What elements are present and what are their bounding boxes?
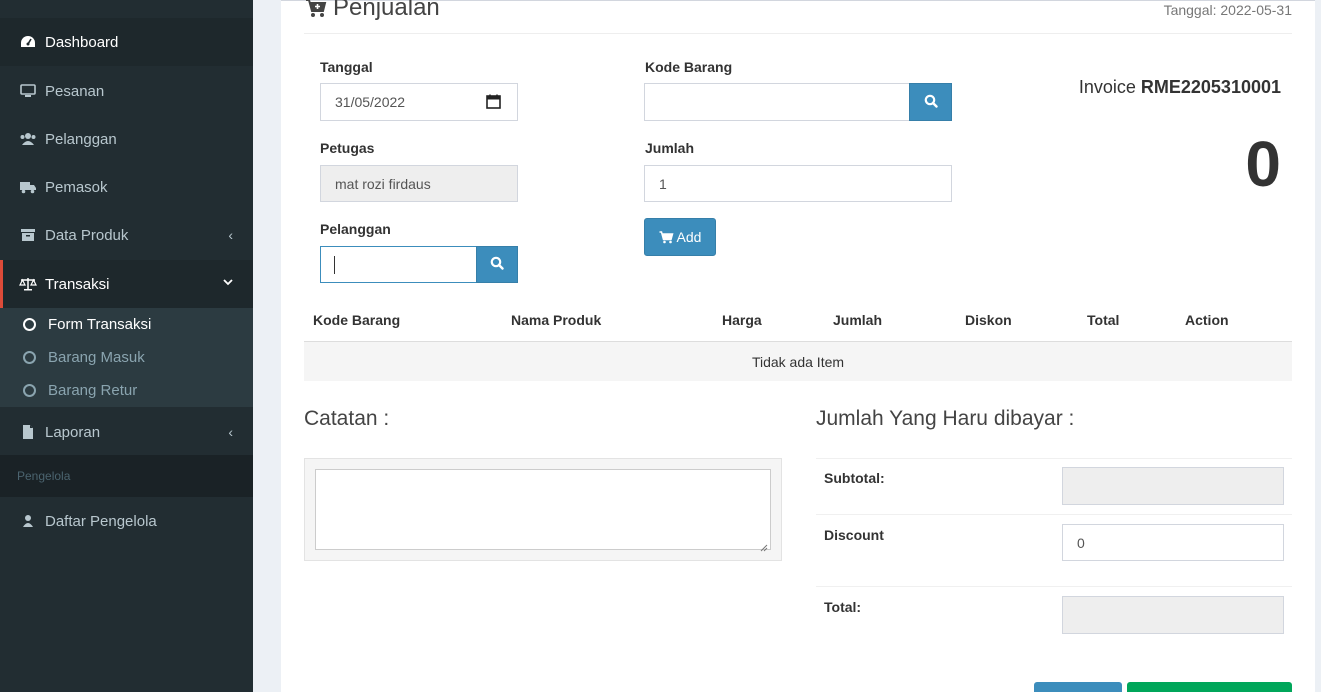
sidebar-item-laporan[interactable]: Laporan ‹ [0,408,253,456]
kode-barang-search-button[interactable] [909,83,952,121]
sidebar-item-pemasok[interactable]: Pemasok [0,163,253,211]
sidebar-item-label: Laporan [45,423,101,441]
discount-value: 0 [1077,534,1085,551]
divider [816,586,1292,587]
archive-icon [19,227,37,243]
jumlah-input[interactable]: 1 [644,165,952,202]
sidebar-item-dashboard[interactable]: Dashboard [0,18,253,66]
subtotal-label: Subtotal: [824,470,885,486]
monitor-icon [19,83,37,99]
divider [816,458,1292,459]
submit-button[interactable] [1127,682,1292,692]
pelanggan-input[interactable] [320,246,477,283]
kode-barang-input[interactable] [644,83,910,121]
tanggal-value: 31/05/2022 [335,94,406,110]
user-icon [19,513,37,529]
notes-well [304,458,782,561]
petugas-label: Petugas [320,140,375,156]
pelanggan-label: Pelanggan [320,221,391,237]
users-icon [19,131,37,147]
invoice-id: RME2205310001 [1140,77,1281,97]
header-date: Tanggal: 2022-05-31 [1163,2,1292,18]
total-field [1062,596,1284,634]
jumlah-value: 1 [659,175,667,192]
search-icon [490,256,504,273]
petugas-value: mat rozi firdaus [335,175,431,192]
text-cursor [334,255,335,274]
column-header-kode-barang: Kode Barang [313,312,401,328]
circle-icon [23,351,36,364]
page-title-text: Penjualan [333,0,440,21]
sidebar-item-data-produk[interactable]: Data Produk ‹ [0,211,253,259]
sidebar-item-transaksi[interactable]: Transaksi [0,260,253,308]
sidebar-item-pesanan[interactable]: Pesanan [0,67,253,115]
add-button[interactable]: Add [644,218,716,256]
table-empty-row: Tidak ada Item [304,341,1292,381]
reset-button[interactable] [1034,682,1122,692]
chevron-down-icon [223,274,233,290]
discount-input[interactable]: 0 [1062,524,1284,561]
invoice-number: Invoice RME2205310001 [1079,77,1281,98]
invoice-prefix: Invoice [1078,77,1136,97]
payment-heading: Jumlah Yang Haru dibayar : [816,407,1075,430]
circle-icon [23,318,36,331]
total-label: Total: [824,599,862,615]
balance-scale-icon [19,276,37,292]
sidebar-item-label: Data Produk [45,226,129,244]
circle-icon [23,384,36,397]
file-icon [19,424,37,440]
sidebar-item-daftar-pengelola[interactable]: Daftar Pengelola [0,497,253,545]
sidebar: Dashboard Pesanan Pelanggan Pemasok Data… [0,0,253,692]
resize-handle-icon[interactable] [760,539,768,552]
search-icon [924,94,938,111]
chevron-left-icon: ‹ [228,424,233,440]
divider [304,33,1292,34]
submenu-item-label: Barang Masuk [48,349,145,366]
column-header-nama-produk: Nama Produk [511,312,602,328]
page-title: Penjualan [305,0,440,22]
truck-icon [19,179,37,195]
sidebar-item-label: Daftar Pengelola [45,512,157,530]
submenu-item-label: Form Transaksi [48,316,152,333]
add-button-label: Add [676,229,702,245]
sidebar-item-label: Transaksi [45,275,110,293]
tanggal-label: Tanggal [320,59,373,75]
divider [816,514,1292,515]
sidebar-item-label: Pesanan [45,82,105,100]
jumlah-label: Jumlah [645,140,695,156]
submenu-item-barang-masuk[interactable]: Barang Masuk [0,341,253,374]
discount-label: Discount [824,527,884,543]
tanggal-date-input[interactable]: 31/05/2022 [320,83,518,121]
dashboard-icon [19,34,37,50]
cart-plus-icon [659,230,674,244]
column-header-jumlah: Jumlah [833,312,883,328]
column-header-action: Action [1185,312,1229,328]
column-header-diskon: Diskon [965,312,1012,328]
column-header-harga: Harga [722,312,762,328]
submenu-item-form-transaksi[interactable]: Form Transaksi [0,308,253,341]
notes-heading: Catatan : [304,407,390,430]
calendar-icon[interactable] [486,94,501,112]
subtotal-field [1062,467,1284,505]
sidebar-item-pelanggan[interactable]: Pelanggan [0,115,253,163]
pelanggan-search-button[interactable] [476,246,518,283]
sidebar-item-label: Dashboard [45,33,119,51]
submenu-item-label: Barang Retur [48,382,138,399]
kode-barang-label: Kode Barang [645,59,733,75]
cart-plus-icon [305,0,327,19]
sidebar-section-header: Pengelola [0,455,253,497]
scrollbar-track[interactable] [1315,0,1321,692]
notes-textarea[interactable] [315,469,771,552]
sidebar-item-label: Pemasok [45,178,108,196]
petugas-field: mat rozi firdaus [320,165,518,202]
sidebar-item-label: Pelanggan [45,130,117,148]
chevron-left-icon: ‹ [228,227,233,243]
transaksi-submenu: Form Transaksi Barang Masuk Barang Retur [0,308,253,407]
column-header-total: Total [1087,312,1120,328]
grand-total-display: 0 [1245,128,1281,200]
submenu-item-barang-retur[interactable]: Barang Retur [0,374,253,407]
